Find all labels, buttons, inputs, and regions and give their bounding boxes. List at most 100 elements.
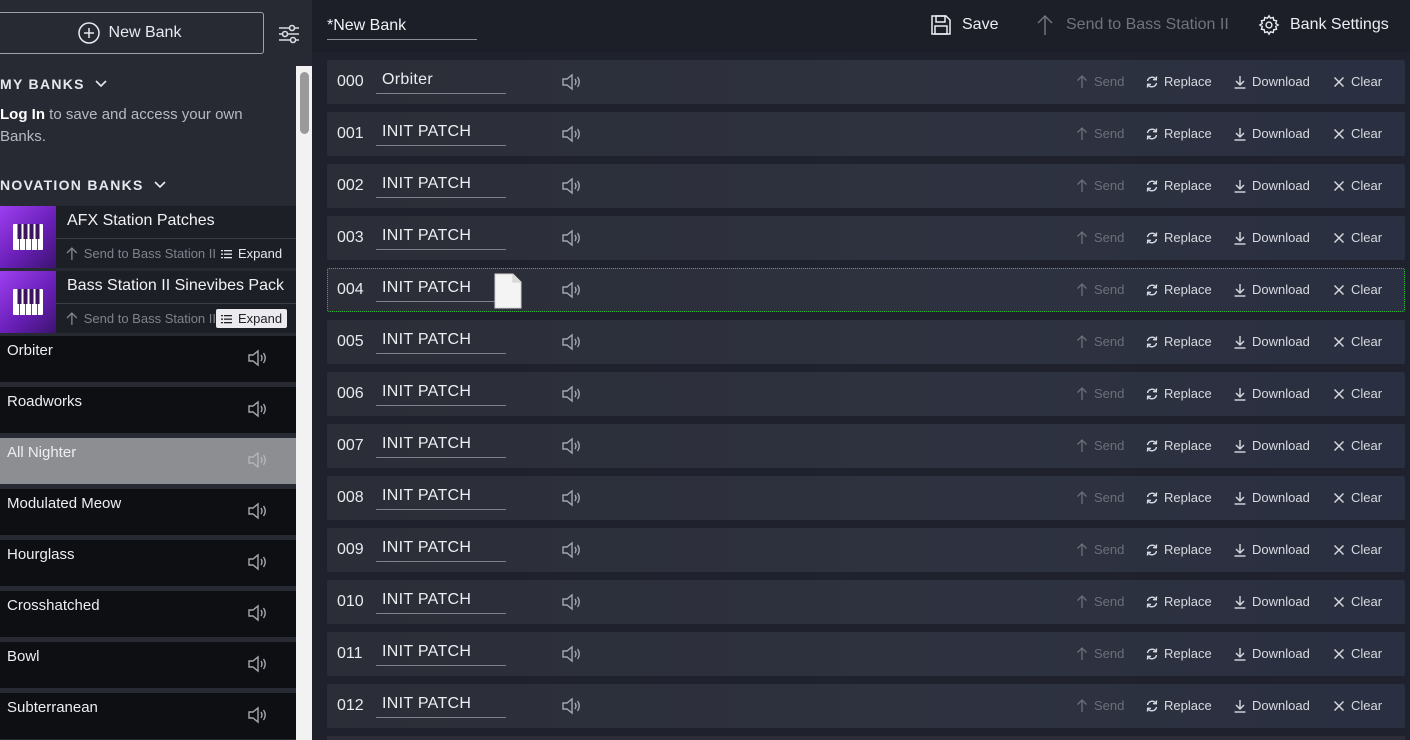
patch-list-item[interactable]: Modulated Meow — [0, 489, 296, 535]
replace-button[interactable]: Replace — [1145, 646, 1212, 661]
patch-slot-row[interactable]: 006 INIT PATCH Send Replace Download Clear — [327, 372, 1405, 416]
speaker-icon[interactable] — [560, 330, 584, 354]
speaker-icon[interactable] — [246, 499, 270, 523]
patch-list-item[interactable]: Bowl — [0, 642, 296, 688]
bank-card[interactable]: AFX Station Patches Send to Bass Station… — [0, 206, 296, 268]
clear-button[interactable]: Clear — [1332, 126, 1382, 141]
slot-patch-name-field[interactable]: INIT PATCH — [376, 279, 506, 302]
send-button[interactable]: Send — [1075, 490, 1124, 505]
send-button[interactable]: Send — [1075, 178, 1124, 193]
send-button[interactable]: Send — [1075, 594, 1124, 609]
send-button[interactable]: Send — [1075, 74, 1124, 89]
expand-button[interactable]: Expand — [216, 244, 287, 263]
slot-patch-name-field[interactable]: INIT PATCH — [376, 435, 506, 458]
send-button[interactable]: Send — [1075, 230, 1124, 245]
speaker-icon[interactable] — [560, 382, 584, 406]
replace-button[interactable]: Replace — [1145, 282, 1212, 297]
expand-button[interactable]: Expand — [216, 309, 288, 328]
patch-slot-row[interactable]: 012 INIT PATCH Send Replace Download Clear — [327, 684, 1405, 728]
send-button[interactable]: Send — [1075, 126, 1124, 141]
slot-patch-name-field[interactable]: INIT PATCH — [376, 695, 506, 718]
replace-button[interactable]: Replace — [1145, 230, 1212, 245]
speaker-icon[interactable] — [246, 448, 270, 472]
patch-list-item[interactable]: Subterranean — [0, 693, 296, 739]
novation-banks-header[interactable]: NOVATION BANKS — [0, 177, 166, 193]
speaker-icon[interactable] — [246, 601, 270, 625]
patch-slot-row[interactable]: 005 INIT PATCH Send Replace Download Clear — [327, 320, 1405, 364]
speaker-icon[interactable] — [560, 642, 584, 666]
patch-slot-row[interactable]: 009 INIT PATCH Send Replace Download Clear — [327, 528, 1405, 572]
sidebar-scrollbar-track[interactable] — [296, 66, 312, 740]
replace-button[interactable]: Replace — [1145, 594, 1212, 609]
speaker-icon[interactable] — [560, 486, 584, 510]
speaker-icon[interactable] — [246, 397, 270, 421]
speaker-icon[interactable] — [560, 694, 584, 718]
download-button[interactable]: Download — [1233, 490, 1310, 505]
patch-slot-row[interactable]: 003 INIT PATCH Send Replace Download Clear — [327, 216, 1405, 260]
download-button[interactable]: Download — [1233, 646, 1310, 661]
patch-list-item[interactable]: Hourglass — [0, 540, 296, 586]
download-button[interactable]: Download — [1233, 74, 1310, 89]
send-button[interactable]: Send — [1075, 698, 1124, 713]
speaker-icon[interactable] — [246, 550, 270, 574]
slot-patch-name-field[interactable]: INIT PATCH — [376, 175, 506, 198]
patch-slot-row[interactable]: 007 INIT PATCH Send Replace Download Clear — [327, 424, 1405, 468]
patch-slot-row[interactable]: 011 INIT PATCH Send Replace Download Clear — [327, 632, 1405, 676]
speaker-icon[interactable] — [560, 590, 584, 614]
send-button[interactable]: Send — [1075, 386, 1124, 401]
clear-button[interactable]: Clear — [1332, 334, 1382, 349]
speaker-icon[interactable] — [560, 122, 584, 146]
slot-patch-name-field[interactable]: INIT PATCH — [376, 591, 506, 614]
speaker-icon[interactable] — [246, 652, 270, 676]
speaker-icon[interactable] — [246, 346, 270, 370]
replace-button[interactable]: Replace — [1145, 126, 1212, 141]
clear-button[interactable]: Clear — [1332, 646, 1382, 661]
clear-button[interactable]: Clear — [1332, 386, 1382, 401]
download-button[interactable]: Download — [1233, 126, 1310, 141]
slot-patch-name-field[interactable]: INIT PATCH — [376, 123, 506, 146]
clear-button[interactable]: Clear — [1332, 230, 1382, 245]
patch-slot-row[interactable]: 000 Orbiter Send Replace Download Clear — [327, 60, 1405, 104]
bank-name-field[interactable]: *New Bank — [327, 17, 477, 40]
replace-button[interactable]: Replace — [1145, 438, 1212, 453]
speaker-icon[interactable] — [560, 70, 584, 94]
speaker-icon[interactable] — [560, 226, 584, 250]
patch-list-item[interactable]: Roadworks — [0, 387, 296, 433]
replace-button[interactable]: Replace — [1145, 490, 1212, 505]
download-button[interactable]: Download — [1233, 334, 1310, 349]
download-button[interactable]: Download — [1233, 386, 1310, 401]
speaker-icon[interactable] — [560, 538, 584, 562]
download-button[interactable]: Download — [1233, 178, 1310, 193]
bank-card[interactable]: Bass Station II Sinevibes Pack Send to B… — [0, 271, 296, 333]
speaker-icon[interactable] — [560, 278, 584, 302]
clear-button[interactable]: Clear — [1332, 178, 1382, 193]
replace-button[interactable]: Replace — [1145, 74, 1212, 89]
speaker-icon[interactable] — [560, 434, 584, 458]
send-button[interactable]: Send — [1075, 334, 1124, 349]
clear-button[interactable]: Clear — [1332, 698, 1382, 713]
my-banks-header[interactable]: MY BANKS — [0, 76, 107, 92]
download-button[interactable]: Download — [1233, 542, 1310, 557]
send-button[interactable]: Send — [1075, 282, 1124, 297]
send-button[interactable]: Send — [1075, 542, 1124, 557]
clear-button[interactable]: Clear — [1332, 594, 1382, 609]
download-button[interactable]: Download — [1233, 230, 1310, 245]
bank-settings-button[interactable]: Bank Settings — [1258, 14, 1389, 36]
download-button[interactable]: Download — [1233, 594, 1310, 609]
replace-button[interactable]: Replace — [1145, 386, 1212, 401]
patch-list-item[interactable]: Crosshatched — [0, 591, 296, 637]
clear-button[interactable]: Clear — [1332, 74, 1382, 89]
slot-patch-name-field[interactable]: INIT PATCH — [376, 487, 506, 510]
slot-patch-name-field[interactable]: INIT PATCH — [376, 331, 506, 354]
replace-button[interactable]: Replace — [1145, 698, 1212, 713]
sidebar-scrollbar-thumb[interactable] — [300, 72, 309, 134]
clear-button[interactable]: Clear — [1332, 490, 1382, 505]
slot-patch-name-field[interactable]: INIT PATCH — [376, 227, 506, 250]
send-to-device-link[interactable]: Send to Bass Station II — [56, 246, 216, 261]
patch-list-item[interactable]: Orbiter — [0, 336, 296, 382]
save-button[interactable]: Save — [930, 14, 998, 36]
patch-slot-row[interactable]: 002 INIT PATCH Send Replace Download Clear — [327, 164, 1405, 208]
send-to-device-button[interactable]: Send to Bass Station II — [1034, 14, 1229, 36]
speaker-icon[interactable] — [560, 174, 584, 198]
clear-button[interactable]: Clear — [1332, 542, 1382, 557]
